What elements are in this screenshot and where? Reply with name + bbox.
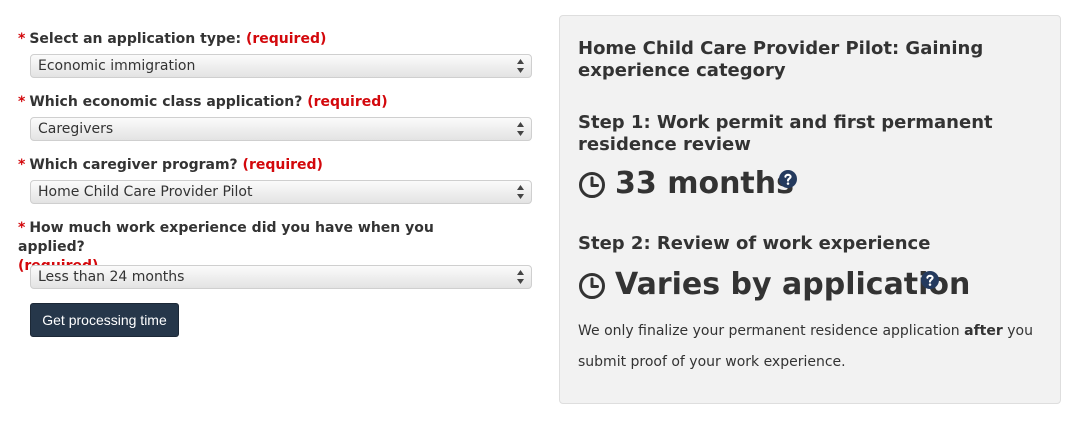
caregiver-program-select[interactable]: Home Child Care Provider Pilot [30, 180, 532, 204]
required-text: (required) [245, 31, 327, 47]
sort-arrows-icon [517, 270, 524, 284]
required-marker: * [18, 157, 26, 173]
economic-class-field: * Which economic class application? (requ… [18, 93, 533, 141]
sort-arrows-icon [517, 59, 524, 73]
get-processing-time-button[interactable]: Get processing time [30, 303, 179, 337]
economic-class-selected-value: Caregivers [38, 121, 114, 137]
work-experience-field: * How much work experience did you have w… [18, 219, 533, 289]
step1-time-value: 33 months [615, 166, 794, 201]
step2-heading: Step 2: Review of work experience [578, 233, 931, 254]
application-type-selected-value: Economic immigration [38, 58, 196, 74]
work-experience-question: How much work experience did you have wh… [18, 220, 434, 255]
question-circle-icon[interactable] [921, 271, 939, 289]
application-type-question: Select an application type: [29, 31, 242, 47]
sort-arrows-icon [517, 185, 524, 199]
economic-class-question: Which economic class application? [29, 94, 303, 110]
question-circle-icon[interactable] [779, 170, 797, 188]
note-text-bold: after [964, 323, 1003, 339]
required-text: (required) [307, 94, 388, 110]
economic-class-select[interactable]: Caregivers [30, 117, 532, 141]
clock-icon [579, 273, 605, 299]
caregiver-program-selected-value: Home Child Care Provider Pilot [38, 184, 253, 200]
clock-icon [579, 172, 605, 198]
processing-time-result-panel: Home Child Care Provider Pilot: Gaining … [559, 15, 1061, 404]
result-title: Home Child Care Provider Pilot: Gaining … [578, 38, 984, 81]
work-experience-select[interactable]: Less than 24 months [30, 265, 532, 289]
caregiver-program-field: * Which caregiver program? (required) Hom… [18, 156, 533, 204]
work-experience-selected-value: Less than 24 months [38, 269, 185, 285]
economic-class-label: * Which economic class application? (requ… [18, 93, 533, 112]
step1-heading: Step 1: Work permit and first permanent … [578, 112, 993, 155]
application-type-select[interactable]: Economic immigration [30, 54, 532, 78]
application-type-label: * Select an application type: (required) [18, 30, 533, 49]
application-type-field: * Select an application type: (required) … [18, 30, 533, 78]
caregiver-program-label: * Which caregiver program? (required) [18, 156, 533, 175]
required-text: (required) [242, 157, 323, 173]
required-marker: * [18, 220, 26, 236]
finalize-note: We only finalize your permanent residenc… [578, 316, 1048, 378]
sort-arrows-icon [517, 122, 524, 136]
step2-time-value: Varies by application [615, 267, 971, 302]
required-marker: * [18, 31, 26, 47]
required-marker: * [18, 94, 26, 110]
caregiver-program-question: Which caregiver program? [29, 157, 238, 173]
note-text-before: We only finalize your permanent residenc… [578, 323, 965, 339]
